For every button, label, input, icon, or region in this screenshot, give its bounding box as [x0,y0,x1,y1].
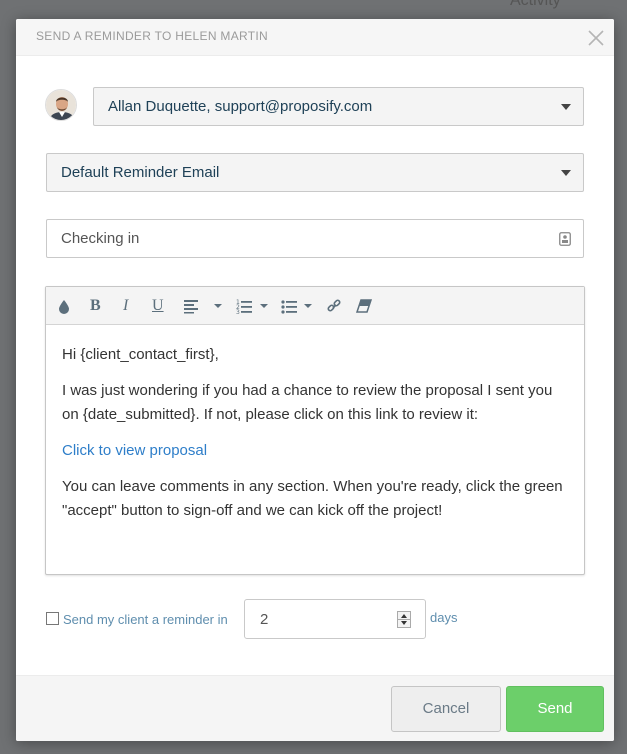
message-paragraph: You can leave comments in any section. W… [62,478,563,519]
message-greeting: Hi {client_contact_first}, [62,346,219,363]
template-select-value: Default Reminder Email [61,164,220,181]
background-activity-label: Activity [510,0,561,9]
chevron-down-icon [561,170,571,176]
unordered-list-icon[interactable] [281,296,297,316]
subject-input[interactable] [47,220,583,257]
align-dropdown-caret-icon[interactable] [214,304,222,308]
message-editor: B I U 1 2 3 Hi {client_contact_first}, I… [45,286,585,575]
svg-text:3: 3 [236,309,240,316]
sender-avatar [45,89,77,121]
eraser-icon[interactable] [356,296,372,316]
spinner-down-icon[interactable] [401,621,407,625]
align-icon[interactable] [183,296,199,316]
reminder-days-input[interactable] [245,600,395,638]
spinner-divider [398,619,410,620]
link-icon[interactable] [327,296,341,316]
reminder-days-stepper [244,599,426,639]
sender-select-value: Allan Duquette, support@proposify.com [108,98,373,115]
modal-footer: Cancel Send [16,675,614,741]
chevron-down-icon [561,104,571,110]
ordered-list-icon[interactable]: 1 2 3 [236,296,252,316]
reminder-row: Send my client a reminder in days [46,599,586,639]
contact-card-icon[interactable] [559,232,571,246]
ordered-list-dropdown-caret-icon[interactable] [260,304,268,308]
cancel-button[interactable]: Cancel [391,686,501,732]
days-label: days [430,610,458,625]
spinner-arrows-icon[interactable] [397,611,411,628]
color-drop-icon[interactable] [58,296,70,316]
reminder-checkbox[interactable] [46,612,59,625]
unordered-list-dropdown-caret-icon[interactable] [304,304,312,308]
message-body[interactable]: Hi {client_contact_first}, I was just wo… [62,343,568,535]
underline-icon[interactable]: U [152,296,164,316]
editor-toolbar: B I U 1 2 3 [46,287,584,325]
message-paragraph: I was just wondering if you had a chance… [62,382,553,423]
bold-icon[interactable]: B [90,296,101,316]
send-button[interactable]: Send [506,686,604,732]
template-select[interactable]: Default Reminder Email [46,153,584,192]
modal-header: SEND A REMINDER TO HELEN MARTIN [16,19,614,56]
send-reminder-modal: SEND A REMINDER TO HELEN MARTIN Allan Du… [16,19,614,741]
close-icon[interactable] [586,28,606,48]
view-proposal-link[interactable]: Click to view proposal [62,442,207,459]
reminder-label: Send my client a reminder in [63,612,228,627]
italic-icon[interactable]: I [123,296,128,316]
spinner-up-icon[interactable] [401,614,407,618]
sender-select[interactable]: Allan Duquette, support@proposify.com [93,87,584,126]
modal-title: SEND A REMINDER TO HELEN MARTIN [36,29,269,43]
subject-field-wrapper [46,219,584,258]
